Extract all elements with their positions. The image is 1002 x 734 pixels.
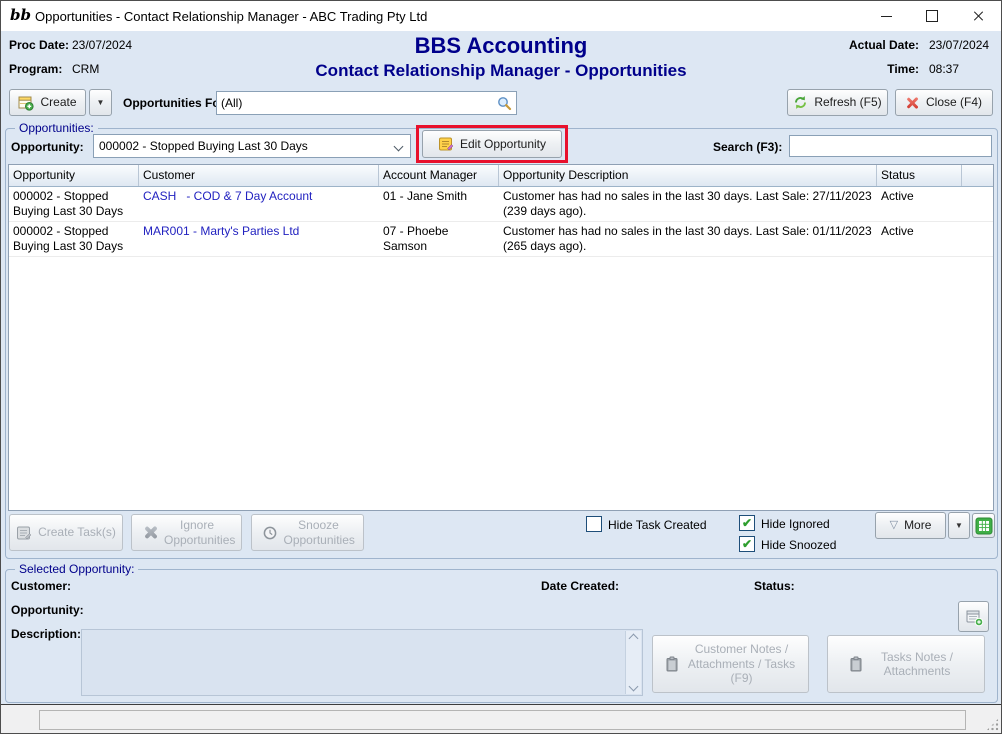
selected-opportunity-label: Opportunity: bbox=[11, 603, 84, 617]
edit-opportunity-button[interactable]: Edit Opportunity bbox=[422, 130, 562, 158]
refresh-button[interactable]: Refresh (F5) bbox=[787, 89, 888, 116]
check-icon: ✔ bbox=[742, 537, 752, 551]
search-f3-label: Search (F3): bbox=[713, 140, 782, 154]
excel-icon bbox=[975, 517, 993, 535]
customer-link[interactable]: MAR001 - Marty's Parties Ltd bbox=[139, 222, 379, 256]
clipboard-icon bbox=[848, 656, 864, 672]
cell-account-manager: 01 - Jane Smith bbox=[379, 187, 499, 221]
time-value: 08:37 bbox=[929, 62, 959, 76]
opportunity-select[interactable]: 000002 - Stopped Buying Last 30 Days bbox=[93, 134, 411, 158]
customer-notes-button[interactable]: Customer Notes / Attachments / Tasks (F9… bbox=[652, 635, 809, 693]
selected-status-label: Status: bbox=[754, 579, 795, 593]
time-label: Time: bbox=[887, 62, 919, 76]
app-window: bb Opportunities - Contact Relationship … bbox=[0, 0, 1002, 734]
title-bar: bb Opportunities - Contact Relationship … bbox=[1, 1, 1001, 31]
hide-snoozed-label: Hide Snoozed bbox=[761, 538, 836, 552]
hide-ignored-checkbox[interactable]: ✔ bbox=[739, 515, 755, 531]
search-f3-input[interactable] bbox=[790, 137, 991, 155]
column-header-description[interactable]: Opportunity Description bbox=[499, 165, 877, 186]
app-icon: bb bbox=[10, 5, 30, 25]
maximize-icon bbox=[926, 10, 938, 22]
table-header-row: Opportunity Customer Account Manager Opp… bbox=[9, 165, 993, 187]
column-header-opportunity[interactable]: Opportunity bbox=[9, 165, 139, 186]
check-icon: ✔ bbox=[742, 516, 752, 530]
opportunities-for-field bbox=[216, 91, 517, 115]
column-header-customer[interactable]: Customer bbox=[139, 165, 379, 186]
description-value bbox=[84, 632, 623, 693]
description-label: Description: bbox=[11, 627, 81, 641]
dropdown-arrow-icon: ▼ bbox=[955, 521, 963, 530]
hide-task-created-checkbox[interactable] bbox=[586, 516, 602, 532]
more-chevron-icon: ▽ bbox=[890, 520, 898, 531]
opportunities-for-input[interactable] bbox=[217, 94, 497, 112]
tasks-notes-button[interactable]: Tasks Notes / Attachments bbox=[827, 635, 985, 693]
chevron-down-icon bbox=[394, 141, 404, 151]
hide-snoozed-checkbox[interactable]: ✔ bbox=[739, 536, 755, 552]
date-created-label: Date Created: bbox=[541, 579, 619, 593]
scroll-down-icon bbox=[629, 682, 639, 692]
status-panel bbox=[39, 710, 966, 730]
create-icon bbox=[18, 95, 34, 111]
maximize-button[interactable] bbox=[909, 1, 955, 31]
opportunities-for-label: Opportunities For: bbox=[123, 96, 228, 110]
column-header-account-manager[interactable]: Account Manager bbox=[379, 165, 499, 186]
cell-status: Active bbox=[877, 222, 962, 256]
search-f3-field bbox=[789, 135, 992, 157]
column-header-status[interactable]: Status bbox=[877, 165, 962, 186]
create-tasks-button[interactable]: Create Task(s) bbox=[9, 514, 123, 551]
minimize-button[interactable] bbox=[863, 1, 909, 31]
ignore-opportunities-button[interactable]: Ignore Opportunities bbox=[131, 514, 242, 551]
refresh-icon bbox=[793, 95, 808, 110]
ignore-icon bbox=[143, 525, 158, 540]
create-button[interactable]: Create bbox=[9, 89, 86, 116]
create-dropdown-button[interactable]: ▼ bbox=[89, 89, 112, 116]
page-subtitle: Contact Relationship Manager - Opportuni… bbox=[1, 61, 1001, 81]
export-excel-button[interactable] bbox=[972, 513, 995, 538]
description-scrollbar[interactable] bbox=[625, 631, 641, 694]
hide-task-created-label: Hide Task Created bbox=[608, 518, 707, 532]
table-row[interactable]: 000002 - Stopped Buying Last 30 Days MAR… bbox=[9, 222, 993, 257]
cell-status: Active bbox=[877, 187, 962, 221]
snooze-opportunities-button[interactable]: Snooze Opportunities bbox=[251, 514, 364, 551]
opportunity-label: Opportunity: bbox=[11, 140, 84, 154]
edit-icon bbox=[438, 136, 454, 152]
actual-date-value: 23/07/2024 bbox=[929, 38, 989, 52]
selected-customer-label: Customer: bbox=[11, 579, 71, 593]
add-note-button[interactable] bbox=[958, 601, 989, 632]
close-red-icon bbox=[906, 96, 920, 110]
table-row[interactable]: 000002 - Stopped Buying Last 30 Days CAS… bbox=[9, 187, 993, 222]
more-dropdown-button[interactable]: ▼ bbox=[948, 512, 970, 539]
cell-description: Customer has had no sales in the last 30… bbox=[499, 187, 877, 221]
cell-opportunity: 000002 - Stopped Buying Last 30 Days bbox=[9, 187, 139, 221]
cell-description: Customer has had no sales in the last 30… bbox=[499, 222, 877, 256]
cell-account-manager: 07 - Phoebe Samson bbox=[379, 222, 499, 256]
close-window-button[interactable] bbox=[955, 1, 1001, 31]
selected-opportunity-legend: Selected Opportunity: bbox=[15, 562, 138, 576]
close-form-button[interactable]: Close (F4) bbox=[895, 89, 993, 116]
task-icon bbox=[16, 525, 32, 541]
actual-date-label: Actual Date: bbox=[849, 38, 919, 52]
status-bar bbox=[1, 704, 1001, 733]
scroll-up-icon bbox=[629, 634, 639, 644]
column-header-filler bbox=[962, 165, 993, 186]
close-icon bbox=[972, 10, 984, 22]
opportunities-table: Opportunity Customer Account Manager Opp… bbox=[8, 164, 994, 511]
dropdown-arrow-icon: ▼ bbox=[97, 98, 105, 107]
resize-grip[interactable] bbox=[986, 718, 999, 731]
minimize-icon bbox=[881, 16, 892, 17]
clipboard-icon bbox=[664, 656, 680, 672]
more-button[interactable]: ▽ More bbox=[875, 512, 946, 539]
customer-link[interactable]: CASH - COD & 7 Day Account bbox=[139, 187, 379, 221]
snooze-clock-icon bbox=[262, 525, 278, 541]
cell-opportunity: 000002 - Stopped Buying Last 30 Days bbox=[9, 222, 139, 256]
hide-ignored-label: Hide Ignored bbox=[761, 517, 830, 531]
opportunities-legend: Opportunities: bbox=[15, 121, 98, 135]
search-icon[interactable] bbox=[497, 96, 516, 111]
description-textarea[interactable] bbox=[81, 629, 643, 696]
window-title: Opportunities - Contact Relationship Man… bbox=[35, 9, 427, 24]
add-note-icon bbox=[964, 607, 984, 627]
